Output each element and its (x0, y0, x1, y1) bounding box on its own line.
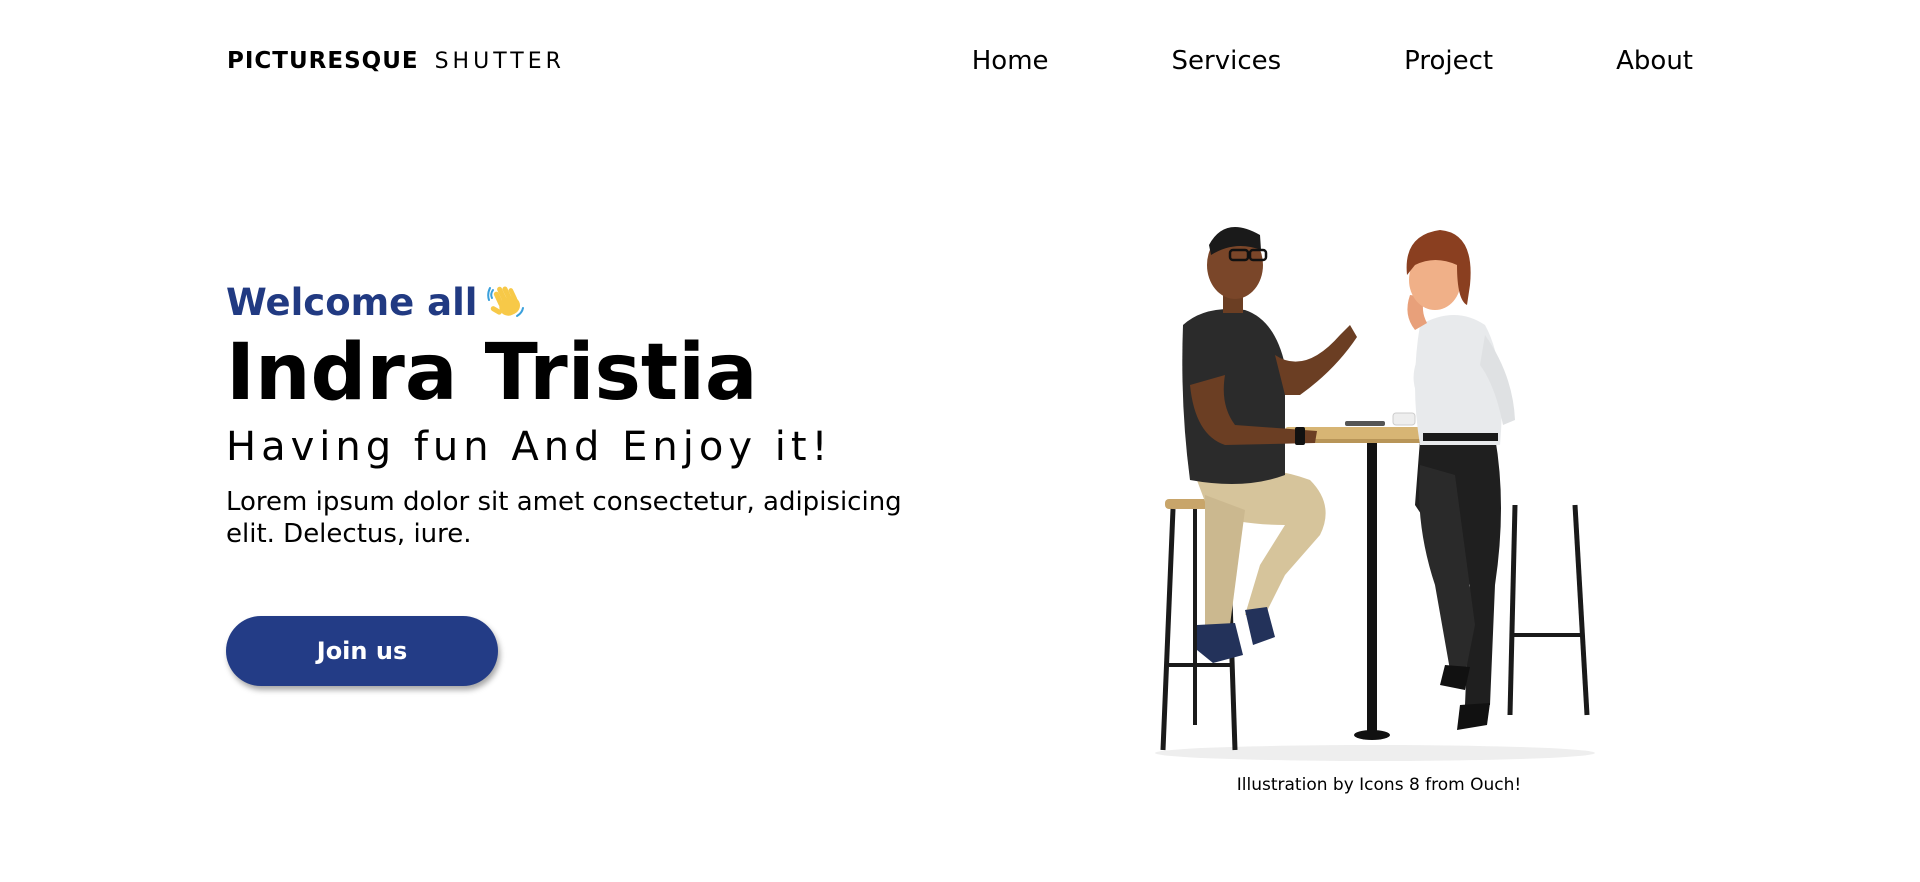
illustration-credit: Illustration by Icons 8 from Ouch! (1236, 775, 1522, 795)
logo-light-text: SHUTTER (434, 48, 565, 74)
nav-item-home[interactable]: Home (972, 46, 1049, 76)
nav-item-project[interactable]: Project (1404, 46, 1493, 76)
nav-item-services[interactable]: Services (1172, 46, 1282, 76)
waving-hand-icon (487, 282, 527, 322)
hero-section: Welcome all Indra Tristia Having fun And… (226, 278, 986, 550)
logo-bold-text: PICTURESQUE (227, 48, 419, 74)
hero-tagline: Having fun And Enjoy it! (226, 424, 833, 470)
welcome-row: Welcome all (226, 278, 986, 326)
navbar: PICTURESQUE SHUTTER Home Services Projec… (227, 38, 1693, 84)
logo[interactable]: PICTURESQUE SHUTTER (227, 48, 565, 74)
welcome-text: Welcome all (226, 280, 478, 324)
nav-menu: Home Services Project About (972, 46, 1693, 76)
page: PICTURESQUE SHUTTER Home Services Projec… (0, 0, 1920, 882)
people-at-table-illustration (1135, 205, 1615, 765)
join-us-button[interactable]: Join us (226, 616, 498, 686)
hero-name: Indra Tristia (226, 328, 758, 418)
hero-description: Lorem ipsum dolor sit amet consectetur, … (226, 487, 902, 549)
nav-item-about[interactable]: About (1616, 46, 1693, 76)
